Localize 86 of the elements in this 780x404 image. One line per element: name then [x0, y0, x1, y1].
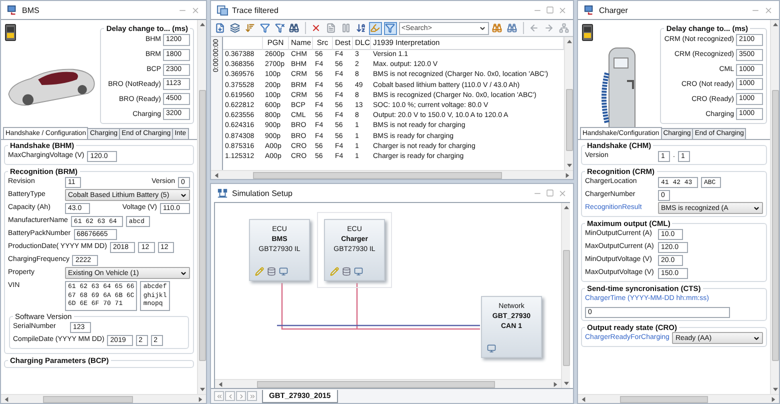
monitor-icon[interactable]	[487, 344, 496, 353]
download-icon	[215, 23, 226, 33]
sort-icon	[356, 23, 366, 33]
network-icon	[558, 23, 569, 33]
arrow-left-icon	[528, 23, 539, 33]
horizontal-scrollbar[interactable]	[578, 394, 779, 403]
pause-icon	[340, 23, 351, 33]
filter-remove-icon	[274, 23, 285, 33]
vertical-scrollbar[interactable]	[770, 20, 779, 394]
caret-icon	[478, 24, 486, 32]
last-page-button[interactable]	[247, 391, 257, 401]
next-page-button[interactable]	[236, 391, 246, 401]
toolbar-button[interactable]	[258, 22, 272, 34]
network-icon	[217, 188, 228, 198]
close-icon[interactable]	[191, 6, 200, 14]
arrow-right-icon	[544, 23, 554, 33]
monitor-icon[interactable]	[279, 267, 288, 276]
window-title: Charger	[599, 6, 628, 14]
scroll-right-arrow-icon[interactable]	[198, 396, 203, 402]
toolbar-button[interactable]	[244, 22, 256, 34]
monitor-icon	[7, 4, 18, 16]
caret-icon	[180, 192, 187, 198]
scroll-up-arrow-icon[interactable]	[772, 22, 778, 27]
horizontal-scrollbar[interactable]	[211, 170, 573, 179]
database-icon[interactable]	[342, 267, 351, 276]
chevron-left-icon	[226, 392, 234, 400]
vertical-scrollbar[interactable]	[564, 37, 573, 170]
scroll-left-arrow-icon[interactable]	[581, 396, 586, 402]
switch-icon[interactable]	[5, 24, 16, 41]
window-title: Simulation Setup	[232, 188, 292, 198]
window-title: Trace filtered	[232, 6, 278, 14]
close-icon[interactable]	[558, 6, 567, 14]
window-title: BMS	[22, 6, 40, 14]
pencil-icon[interactable]	[330, 267, 339, 276]
double-chevron-right-icon	[248, 392, 256, 400]
horizontal-scrollbar[interactable]	[215, 379, 561, 388]
scroll-up-arrow-icon[interactable]	[200, 22, 204, 27]
database-icon[interactable]	[267, 267, 276, 276]
layers-icon	[230, 23, 240, 33]
caret-icon	[753, 204, 760, 212]
monitor-icon	[584, 4, 595, 16]
scroll-right-arrow-icon[interactable]	[771, 396, 776, 402]
caret-icon	[753, 334, 760, 342]
previous-page-button[interactable]	[225, 391, 235, 401]
scroll-up-arrow-icon[interactable]	[566, 39, 572, 44]
chevron-right-icon	[238, 392, 244, 400]
scroll-right-arrow-icon[interactable]	[565, 172, 570, 178]
caret-icon	[180, 270, 187, 276]
toolbar-button[interactable]	[354, 22, 367, 34]
double-chevron-left-icon	[216, 392, 222, 400]
binoculars-icon	[289, 23, 300, 33]
close-icon[interactable]	[558, 188, 567, 198]
scroll-right-arrow-icon[interactable]	[553, 382, 558, 386]
highlighter-icon	[370, 23, 380, 33]
toolbar-button[interactable]	[273, 22, 286, 34]
maximize-icon[interactable]	[546, 6, 554, 14]
toolbar-button[interactable]	[506, 22, 519, 34]
horizontal-scrollbar[interactable]	[1, 394, 206, 403]
table-icon	[217, 4, 228, 16]
toolbar-button[interactable]	[228, 22, 242, 34]
scroll-down-arrow-icon[interactable]	[564, 381, 568, 386]
vertical-scrollbar[interactable]	[561, 203, 570, 388]
binoculars-icon	[507, 23, 518, 33]
monitor-icon[interactable]	[354, 267, 363, 276]
scroll-up-arrow-icon[interactable]	[564, 205, 568, 210]
scroll-down-arrow-icon[interactable]	[772, 387, 778, 392]
scroll-left-arrow-icon[interactable]	[214, 172, 219, 178]
toolbar-button[interactable]	[384, 22, 397, 34]
document-icon	[326, 23, 336, 33]
scroll-left-arrow-icon[interactable]	[4, 396, 9, 402]
scroll-down-arrow-icon[interactable]	[566, 163, 572, 168]
toolbar-button[interactable]	[288, 22, 301, 34]
vertical-scrollbar[interactable]	[197, 20, 206, 394]
delete-icon	[311, 23, 322, 33]
filter-icon	[260, 23, 270, 33]
sort-icon	[244, 23, 255, 33]
switch-icon[interactable]	[582, 24, 593, 41]
close-icon[interactable]	[764, 6, 773, 14]
maximize-icon[interactable]	[546, 189, 554, 197]
first-page-button[interactable]	[214, 391, 224, 401]
pencil-icon[interactable]	[255, 267, 264, 276]
scroll-down-arrow-icon[interactable]	[200, 387, 204, 392]
scroll-left-arrow-icon[interactable]	[218, 382, 223, 386]
binoculars-icon	[492, 23, 502, 33]
toolbar-button[interactable]	[214, 22, 227, 34]
filter-icon	[385, 23, 396, 33]
